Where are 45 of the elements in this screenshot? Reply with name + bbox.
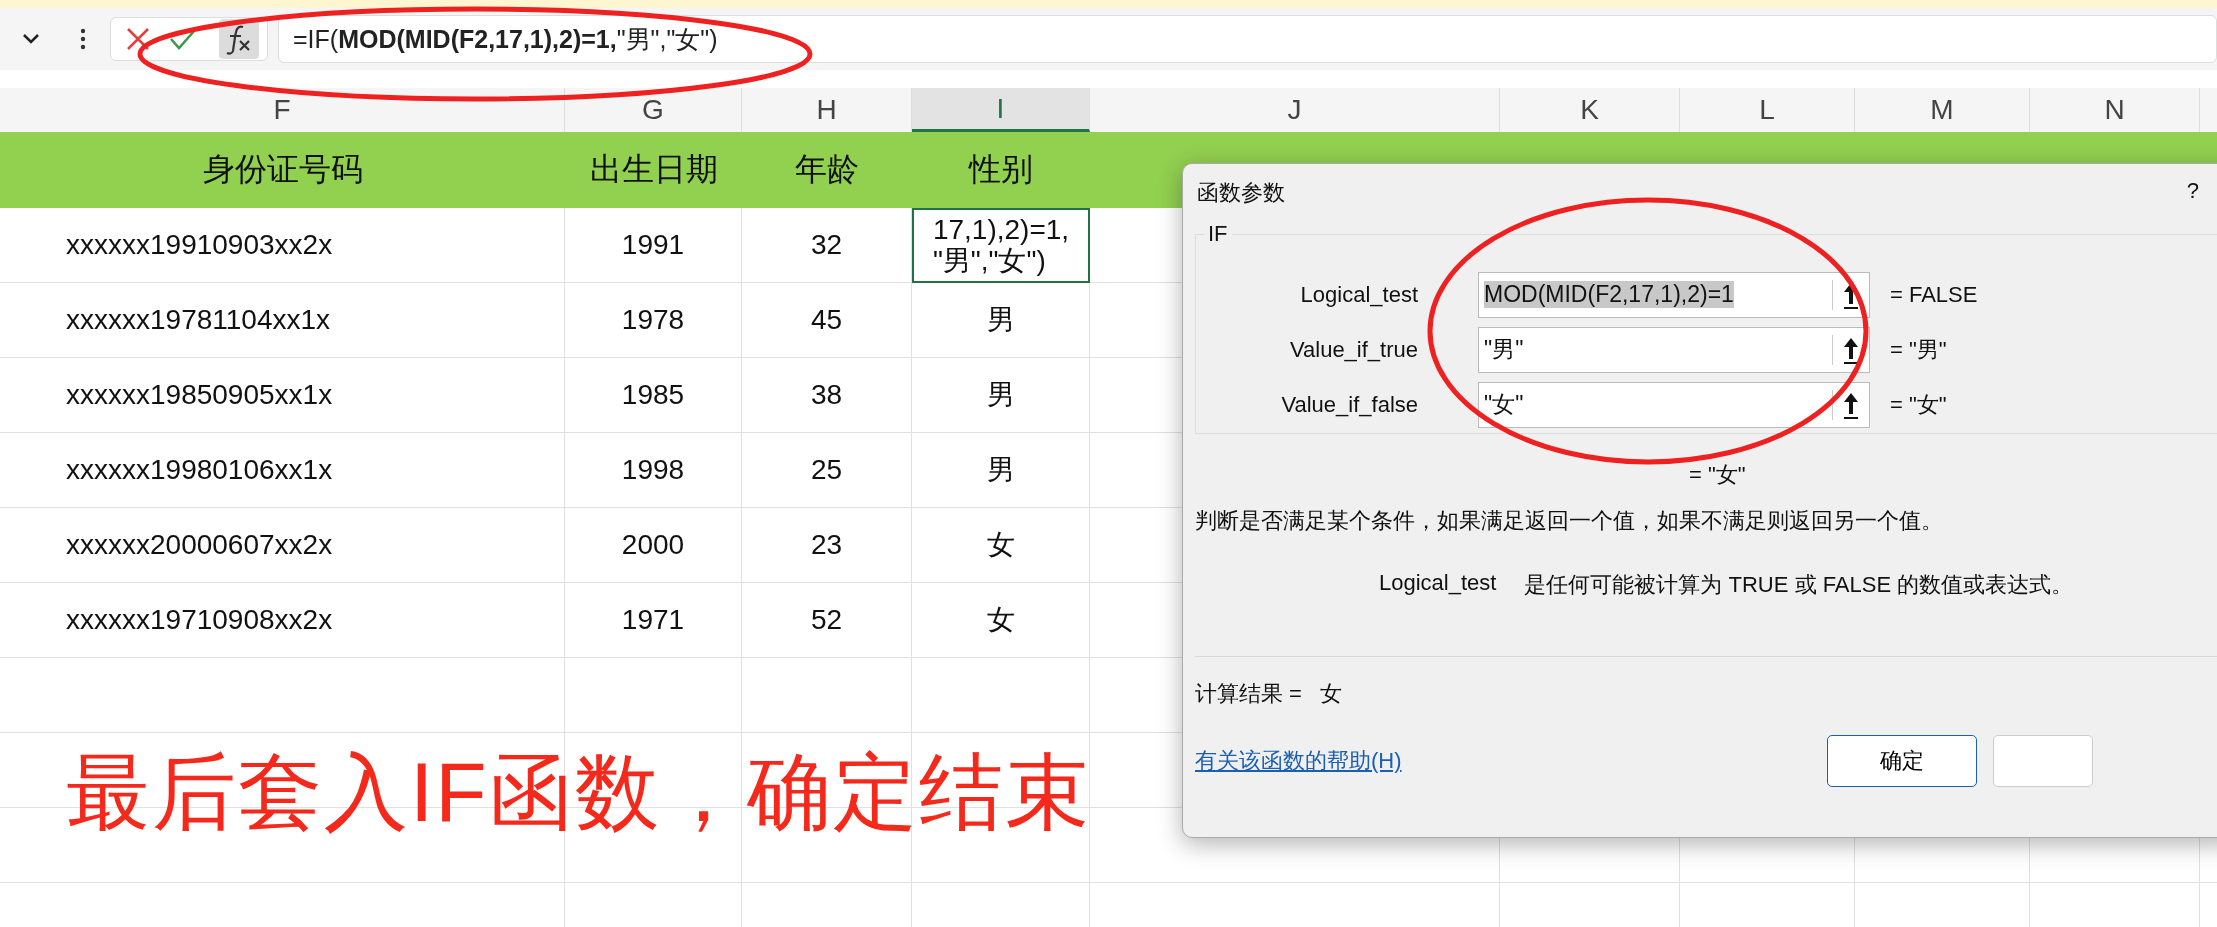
table-cell: 17,1),2)=1, "男","女") — [912, 208, 1090, 283]
help-link[interactable]: 有关该函数的帮助(H) — [1195, 746, 1402, 776]
formula-field[interactable]: =IF(MOD(MID(F2,17,1),2)=1,"男","女") — [278, 15, 2217, 63]
header-cell-text: 性别 — [967, 150, 1034, 189]
dialog-title: 函数参数 — [1197, 179, 1285, 207]
table-cell: 38 — [742, 358, 912, 433]
table-cell: xxxxxx19850905xx1x — [0, 358, 565, 433]
argument-field[interactable]: MOD(MID(F2,17,1),2)=1 — [1478, 271, 1870, 318]
formula-result: = "女" — [1689, 461, 1747, 489]
table-cell: 1991 — [565, 208, 742, 283]
table-cell: 25 — [742, 433, 912, 508]
argument-name: Logical_test — [1379, 570, 1497, 597]
table-cell: 45 — [742, 283, 912, 358]
argument-label: Value_if_false — [1280, 391, 1419, 418]
header-cell-text: 年龄 — [794, 150, 860, 189]
cancel-icon[interactable] — [125, 26, 151, 52]
argument-label: Value_if_true — [1289, 336, 1419, 363]
function-description: 判断是否满足某个条件，如果满足返回一个值，如果不满足则返回另一个值。 — [1195, 507, 1944, 535]
argument-result: = FALSE — [1890, 281, 1978, 308]
table-cell: 2000 — [565, 508, 742, 583]
result-label: 计算结果 = — [1195, 680, 1302, 708]
table-cell: 32 — [742, 208, 912, 283]
header-cell-text: 身份证号码 — [201, 150, 364, 189]
argument-field[interactable]: "女" — [1478, 381, 1870, 428]
ok-button[interactable]: 确定 — [1826, 735, 1977, 787]
dropdown-icon[interactable] — [22, 33, 40, 45]
argument-description: 是任何可能被计算为 TRUE 或 FALSE 的数值或表达式。 — [1524, 571, 2074, 599]
header-cell-text: 出生日期 — [588, 150, 719, 189]
table-cell: xxxxxx19910903xx2x — [0, 208, 565, 283]
result-value: 女 — [1319, 680, 1342, 708]
table-cell: 1978 — [565, 283, 742, 358]
argument-result: = "女" — [1890, 390, 1947, 419]
argument-result: = "男" — [1890, 335, 1947, 364]
annotation-text: 最后套入IF函数，确定结束 — [66, 744, 1091, 841]
table-cell: 1985 — [565, 358, 742, 433]
column-header[interactable]: I — [912, 88, 1090, 132]
table-cell: 1998 — [565, 433, 742, 508]
argument-field[interactable]: "男" — [1478, 326, 1870, 373]
argument-label: Logical_test — [1299, 281, 1419, 308]
help-button[interactable]: ? — [2186, 178, 2199, 216]
more-icon[interactable] — [80, 28, 86, 50]
table-cell: xxxxxx20000607xx2x — [0, 508, 565, 583]
table-cell: xxxxxx19980106xx1x — [0, 433, 565, 508]
table-cell: 23 — [742, 508, 912, 583]
table-cell: xxxxxx19781104xx1x — [0, 283, 565, 358]
